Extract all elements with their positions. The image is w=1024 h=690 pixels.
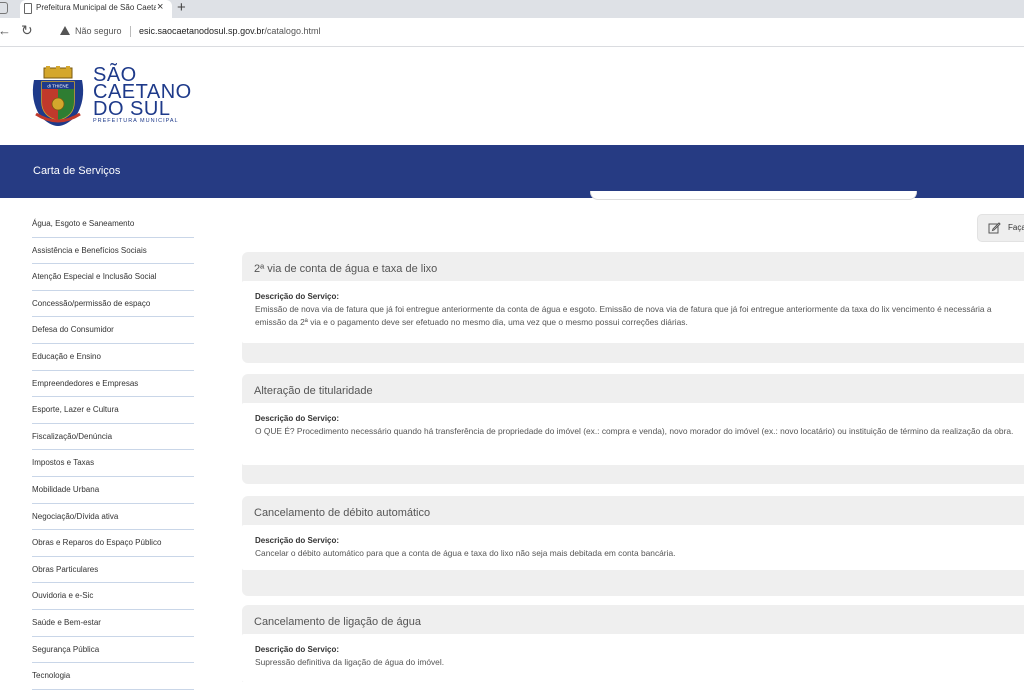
service-title[interactable]: Cancelamento de ligação de água <box>254 616 421 628</box>
service-card[interactable]: Alteração de titularidade Descrição do S… <box>242 374 1024 484</box>
service-card[interactable]: Cancelamento de ligação de água Descriçã… <box>242 605 1024 682</box>
tab-close-icon[interactable]: × <box>157 1 163 13</box>
address-bar: ← ↻ Não seguro esic.saocaetanodosul.sp.g… <box>0 18 1024 47</box>
previous-tab-edge[interactable] <box>0 2 8 14</box>
security-status[interactable]: Não seguro <box>75 26 122 36</box>
category-sidebar: Água, Esgoto e Saneamento Assistência e … <box>32 211 194 690</box>
service-body: Descrição do Serviço: Emissão de nova vi… <box>242 281 1024 343</box>
description-label: Descrição do Serviço: <box>255 414 340 423</box>
sidebar-item-esporte[interactable]: Esporte, Lazer e Cultura <box>32 397 194 424</box>
service-description: Emissão de nova via de fatura que já foi… <box>255 304 992 327</box>
url-field[interactable]: esic.saocaetanodosul.sp.gov.br/catalogo.… <box>139 26 320 36</box>
description-label: Descrição do Serviço: <box>255 536 340 545</box>
reload-icon[interactable]: ↻ <box>21 22 33 39</box>
service-body: Descrição do Serviço: Supressão definiti… <box>242 634 1024 682</box>
description-label: Descrição do Serviço: <box>255 645 340 654</box>
address-separator <box>130 26 131 37</box>
sidebar-item-mobilidade[interactable]: Mobilidade Urbana <box>32 477 194 504</box>
page-title: Carta de Serviços <box>33 165 121 177</box>
service-card[interactable]: 2ª via de conta de água e taxa de lixo D… <box>242 252 1024 363</box>
sidebar-item-obras-reparos[interactable]: Obras e Reparos do Espaço Público <box>32 530 194 557</box>
url-domain: esic.saocaetanodosul.sp.gov.br <box>139 26 265 36</box>
sidebar-item-obras-particulares[interactable]: Obras Particulares <box>32 557 194 584</box>
logo-text-line3: DO SUL <box>93 98 171 120</box>
sidebar-item-empreendedores[interactable]: Empreendedores e Empresas <box>32 371 194 398</box>
search-box-edge[interactable] <box>590 191 917 200</box>
browser-tab[interactable]: Prefeitura Municipal de São Caeta × <box>20 0 172 18</box>
service-title[interactable]: Cancelamento de débito automático <box>254 507 430 519</box>
warning-icon[interactable] <box>60 26 70 35</box>
sidebar-item-assistencia[interactable]: Assistência e Benefícios Sociais <box>32 238 194 265</box>
faca-button[interactable]: Faça <box>977 214 1024 242</box>
sidebar-item-saude[interactable]: Saúde e Bem-estar <box>32 610 194 637</box>
city-crest-icon: di THIENE <box>32 66 84 126</box>
faca-label: Faça <box>1008 223 1024 232</box>
browser-tab-bar: Prefeitura Municipal de São Caeta × + <box>0 0 1024 18</box>
new-tab-icon[interactable]: + <box>177 0 186 16</box>
sidebar-item-ouvidoria[interactable]: Ouvidoria e e-Sic <box>32 583 194 610</box>
page-favicon-icon <box>24 3 32 14</box>
sidebar-item-educacao[interactable]: Educação e Ensino <box>32 344 194 371</box>
sidebar-item-defesa-consumidor[interactable]: Defesa do Consumidor <box>32 317 194 344</box>
sidebar-item-agua[interactable]: Água, Esgoto e Saneamento <box>32 211 194 238</box>
site-logo[interactable]: di THIENE SÃO CAETANO DO SUL PREFEITURA … <box>30 62 191 132</box>
service-body: Descrição do Serviço: O QUE É? Procedime… <box>242 403 1024 465</box>
edit-icon <box>988 222 1001 234</box>
logo-subtitle: PREFEITURA MUNICIPAL <box>93 118 179 124</box>
sidebar-item-seguranca[interactable]: Segurança Pública <box>32 637 194 664</box>
sidebar-item-atencao-especial[interactable]: Atenção Especial e Inclusão Social <box>32 264 194 291</box>
service-title[interactable]: Alteração de titularidade <box>254 385 373 397</box>
sidebar-item-tecnologia[interactable]: Tecnologia <box>32 663 194 690</box>
back-icon[interactable]: ← <box>0 23 11 38</box>
service-description: Cancelar o débito automático para que a … <box>255 548 676 558</box>
sidebar-item-impostos[interactable]: Impostos e Taxas <box>32 450 194 477</box>
crest-text: di THIENE <box>47 84 68 89</box>
sidebar-item-concessao[interactable]: Concessão/permissão de espaço <box>32 291 194 318</box>
service-body: Descrição do Serviço: Cancelar o débito … <box>242 525 1024 570</box>
service-title[interactable]: 2ª via de conta de água e taxa de lixo <box>254 263 437 275</box>
tab-title: Prefeitura Municipal de São Caeta <box>36 3 156 12</box>
url-path: /catalogo.html <box>264 26 321 36</box>
service-description: Supressão definitiva da ligação de água … <box>255 657 445 667</box>
sidebar-item-negociacao[interactable]: Negociação/Dívida ativa <box>32 504 194 531</box>
description-label: Descrição do Serviço: <box>255 292 340 301</box>
service-card[interactable]: Cancelamento de débito automático Descri… <box>242 496 1024 596</box>
service-description: O QUE É? Procedimento necessário quando … <box>255 426 1014 436</box>
sidebar-item-fiscalizacao[interactable]: Fiscalização/Denúncia <box>32 424 194 451</box>
